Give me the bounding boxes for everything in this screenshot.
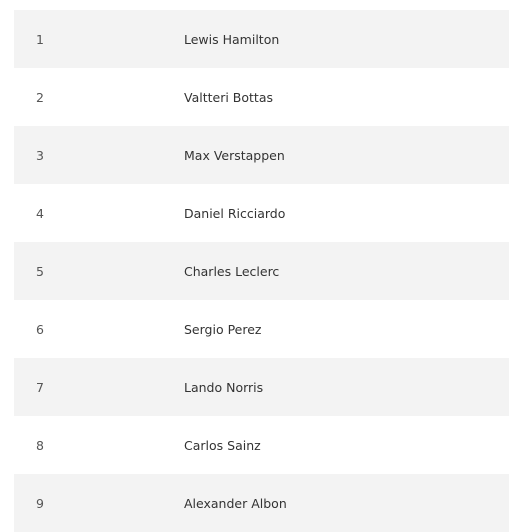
- driver-name-cell: Lewis Hamilton: [184, 31, 280, 47]
- table-row: 7 Lando Norris: [14, 358, 509, 416]
- driver-name-cell: Daniel Ricciardo: [184, 205, 286, 221]
- driver-name-cell: Sergio Perez: [184, 321, 262, 337]
- position-cell: 7: [36, 379, 44, 395]
- driver-name-cell: Alexander Albon: [184, 495, 287, 511]
- table-row: 8 Carlos Sainz: [14, 416, 509, 474]
- table-row: 9 Alexander Albon: [14, 474, 509, 532]
- position-cell: 5: [36, 263, 44, 279]
- position-cell: 1: [36, 31, 44, 47]
- position-cell: 4: [36, 205, 44, 221]
- driver-name-cell: Valtteri Bottas: [184, 89, 273, 105]
- table-row: 3 Max Verstappen: [14, 126, 509, 184]
- driver-name-cell: Charles Leclerc: [184, 263, 280, 279]
- driver-name-cell: Carlos Sainz: [184, 437, 261, 453]
- position-cell: 6: [36, 321, 44, 337]
- position-cell: 9: [36, 495, 44, 511]
- table-row: 6 Sergio Perez: [14, 300, 509, 358]
- driver-name-cell: Max Verstappen: [184, 147, 285, 163]
- table-row: 5 Charles Leclerc: [14, 242, 509, 300]
- position-cell: 2: [36, 89, 44, 105]
- table-row: 4 Daniel Ricciardo: [14, 184, 509, 242]
- position-cell: 3: [36, 147, 44, 163]
- driver-name-cell: Lando Norris: [184, 379, 264, 395]
- table-row: 2 Valtteri Bottas: [14, 68, 509, 126]
- table-row: 1 Lewis Hamilton: [14, 10, 509, 68]
- position-cell: 8: [36, 437, 44, 453]
- driver-standings-table: 1 Lewis Hamilton 2 Valtteri Bottas 3 Max Vers…: [14, 10, 509, 532]
